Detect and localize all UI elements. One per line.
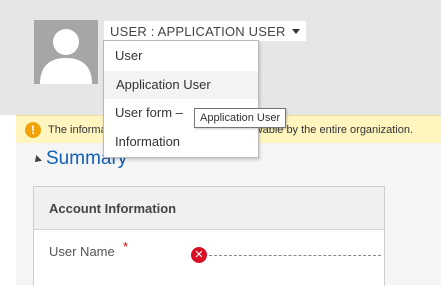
user-silhouette-icon — [40, 29, 92, 84]
menu-item-label: Application User — [116, 77, 211, 92]
menu-item-user[interactable]: User — [104, 42, 258, 70]
user-name-field-row: User Name * ✕ — [49, 239, 381, 264]
account-information-panel: Account Information User Name * ✕ — [33, 186, 385, 286]
collapse-triangle-icon — [32, 155, 42, 165]
caret-down-icon — [291, 29, 300, 34]
warning-icon: ! — [25, 122, 41, 138]
form-selector-label: USER : APPLICATION USER — [110, 23, 286, 39]
avatar[interactable] — [34, 20, 98, 84]
menu-item-information[interactable]: Information — [104, 128, 258, 156]
field-label-text: User Name — [49, 244, 115, 259]
menu-item-label: User form – — [115, 105, 183, 120]
panel-header: Account Information — [34, 187, 384, 230]
menu-item-label: Information — [115, 134, 181, 149]
panel-title: Account Information — [49, 200, 177, 216]
form-selector[interactable]: USER : APPLICATION USER — [104, 21, 306, 41]
user-name-input[interactable] — [209, 255, 381, 256]
form-selector-menu: User Application User User form – Inform… — [103, 40, 259, 158]
menu-tooltip: Application User — [194, 108, 287, 128]
error-x-icon: ✕ — [191, 247, 207, 263]
required-marker: * — [123, 239, 129, 254]
menu-item-label: User — [115, 48, 143, 63]
field-label: User Name — [49, 244, 115, 259]
menu-item-application-user[interactable]: Application User — [104, 71, 258, 99]
